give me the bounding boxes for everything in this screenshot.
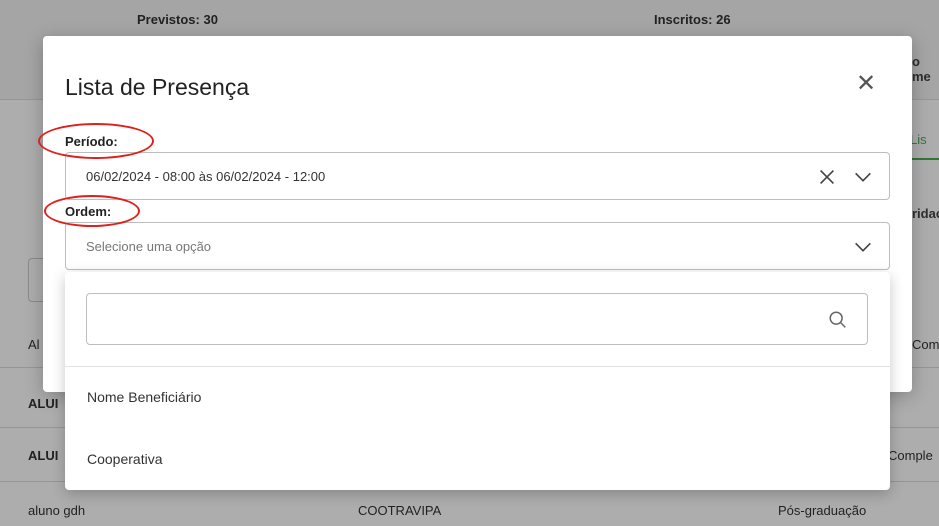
dropdown-divider	[65, 366, 890, 367]
ordem-select[interactable]: Selecione uma opção	[65, 222, 890, 270]
chevron-down-icon[interactable]	[852, 166, 874, 188]
modal-title: Lista de Presença	[65, 74, 250, 100]
ordem-placeholder: Selecione uma opção	[86, 238, 212, 254]
annotation-circle-periodo	[38, 123, 154, 159]
dropdown-search-input[interactable]	[99, 294, 819, 344]
ordem-dropdown-panel: Nome Beneficiário Cooperativa	[65, 272, 890, 490]
chevron-down-icon[interactable]	[852, 236, 874, 258]
option-nome-beneficiario[interactable]: Nome Beneficiário	[65, 372, 890, 422]
option-cooperativa[interactable]: Cooperativa	[65, 434, 890, 484]
periodo-value: 06/02/2024 - 08:00 às 06/02/2024 - 12:00	[86, 168, 326, 184]
search-icon[interactable]	[827, 309, 849, 331]
annotation-circle-ordem	[44, 195, 140, 227]
periodo-select[interactable]: 06/02/2024 - 08:00 às 06/02/2024 - 12:00	[65, 152, 890, 200]
dropdown-search-field[interactable]	[86, 293, 868, 345]
clear-icon[interactable]	[816, 166, 838, 188]
close-icon[interactable]: ✕	[854, 72, 878, 96]
